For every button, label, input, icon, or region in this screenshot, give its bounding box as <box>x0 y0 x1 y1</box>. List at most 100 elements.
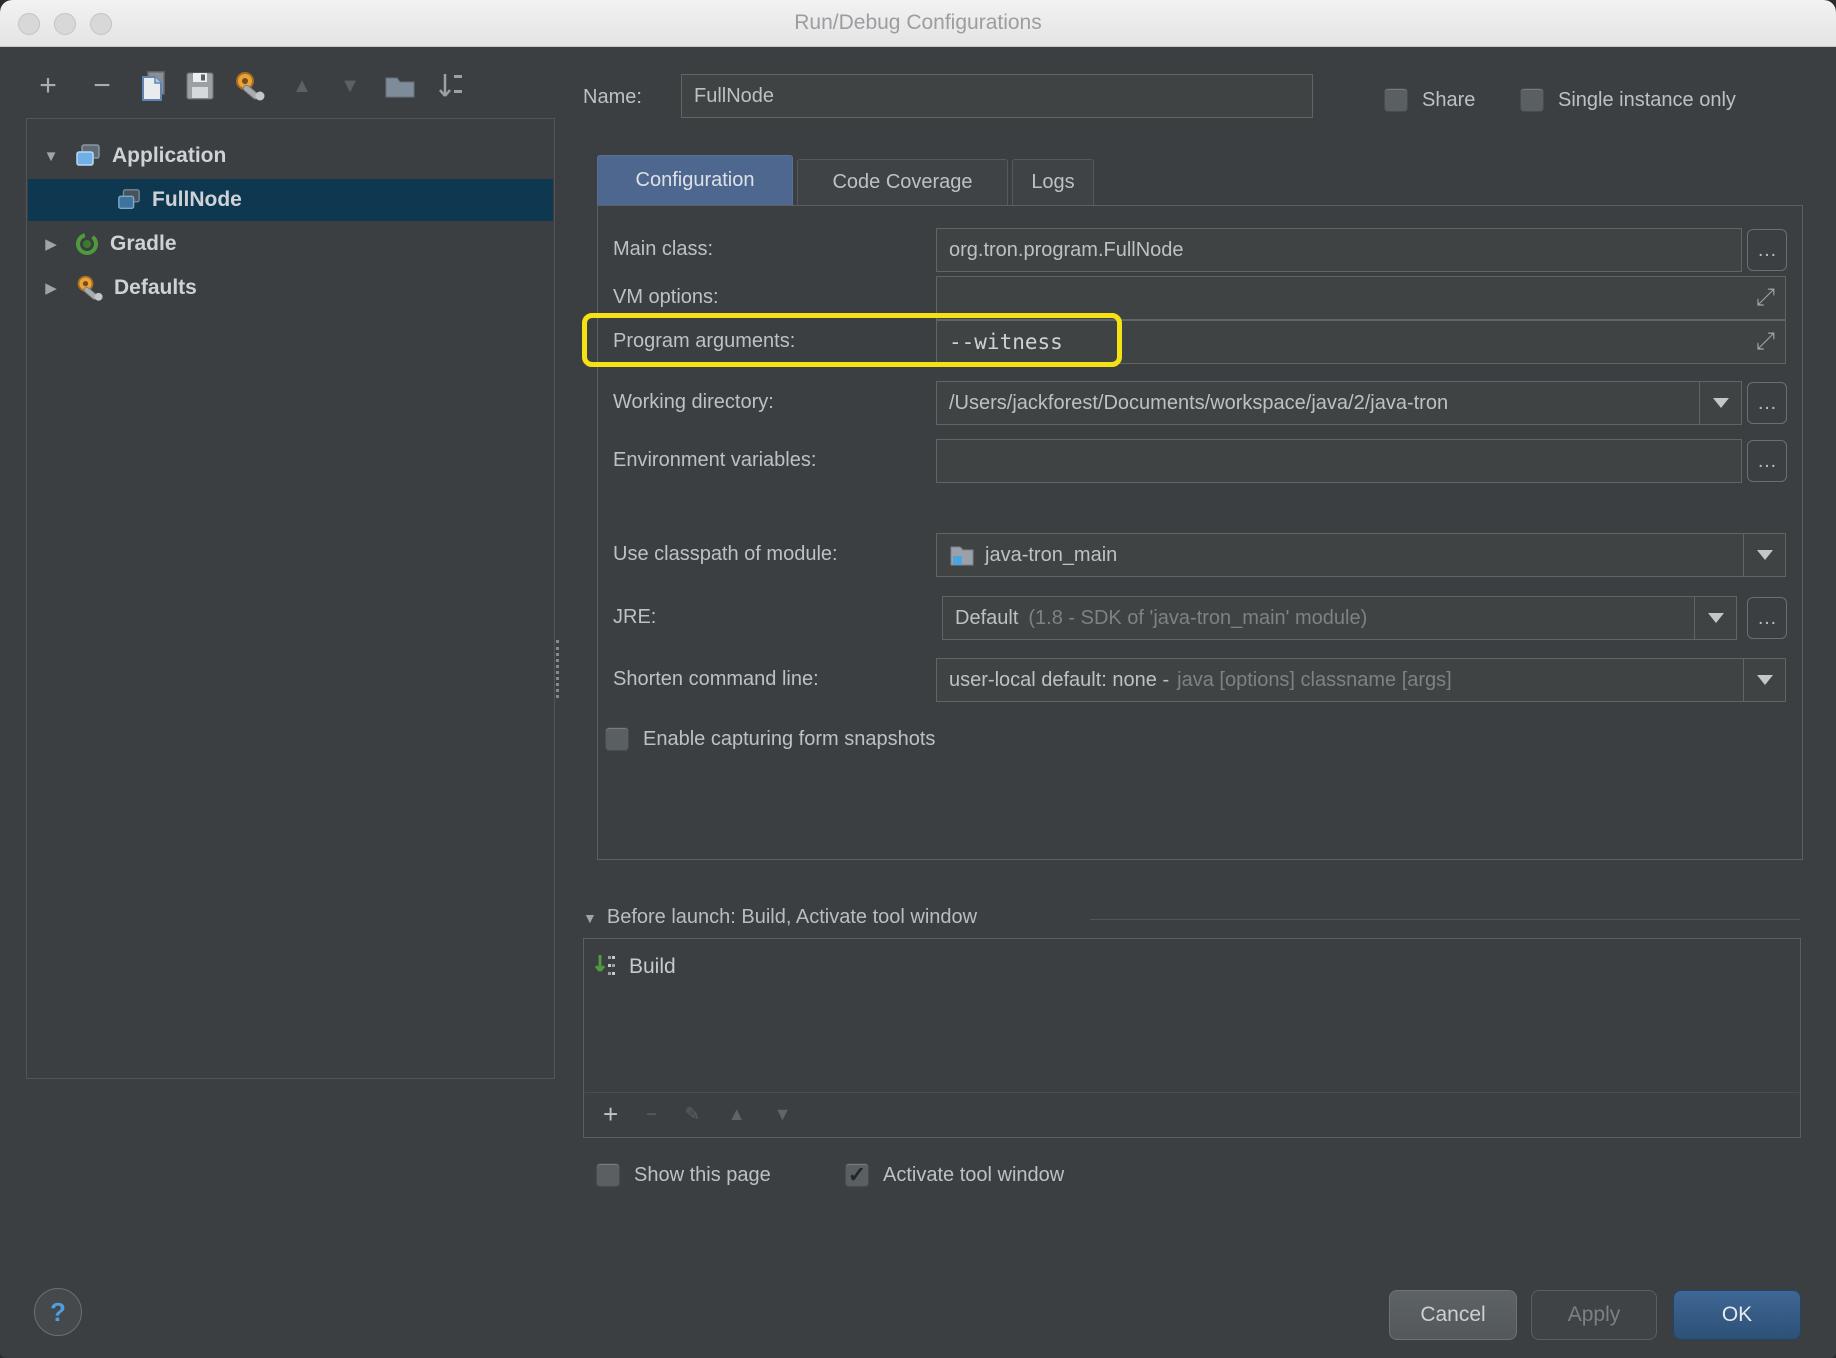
working-directory-label: Working directory: <box>613 391 774 414</box>
use-classpath-value: java-tron_main <box>985 544 1117 567</box>
move-down-button[interactable]: ▼ <box>332 66 368 106</box>
build-item-label: Build <box>629 955 676 979</box>
show-this-page-label: Show this page <box>634 1164 771 1187</box>
cancel-label: Cancel <box>1420 1303 1485 1327</box>
activate-tool-window-label: Activate tool window <box>883 1164 1064 1187</box>
use-classpath-label: Use classpath of module: <box>613 543 838 566</box>
before-launch-header[interactable]: ▼ Before launch: Build, Activate tool wi… <box>583 906 977 929</box>
expand-arrow-icon[interactable]: ▶ <box>42 279 60 297</box>
working-directory-input[interactable]: /Users/jackforest/Documents/workspace/ja… <box>936 381 1742 425</box>
tree-item-label: Application <box>112 144 226 168</box>
more-icon: … <box>1757 607 1777 630</box>
application-icon <box>116 188 142 212</box>
vm-options-label: VM options: <box>613 286 719 309</box>
panel-splitter-handle[interactable] <box>556 640 559 698</box>
jre-browse-button[interactable]: … <box>1747 597 1787 639</box>
copy-icon <box>139 70 169 102</box>
expand-field-icon[interactable]: ⤢ <box>1756 328 1775 356</box>
gradle-icon <box>74 231 100 257</box>
more-icon: … <box>1757 450 1777 473</box>
shorten-command-line-combobox[interactable]: user-local default: none - java [options… <box>936 658 1786 702</box>
build-icon <box>595 953 617 981</box>
apply-button[interactable]: Apply <box>1531 1290 1657 1340</box>
chevron-down-icon <box>1713 398 1729 408</box>
move-task-down-button[interactable]: ▼ <box>774 1104 792 1125</box>
main-class-input[interactable]: org.tron.program.FullNode <box>936 228 1742 272</box>
save-icon <box>185 71 215 101</box>
apply-label: Apply <box>1568 1303 1621 1327</box>
shorten-value: user-local default: none - <box>949 669 1169 692</box>
program-arguments-input[interactable]: --witness ⤢ <box>936 320 1786 364</box>
more-icon: … <box>1757 392 1777 415</box>
ok-button[interactable]: OK <box>1673 1290 1801 1340</box>
tree-item-gradle[interactable]: ▶ Gradle <box>28 223 553 265</box>
use-classpath-combobox[interactable]: java-tron_main <box>936 533 1786 577</box>
snapshots-checkbox[interactable] <box>605 727 629 751</box>
environment-variables-input[interactable] <box>936 439 1742 483</box>
name-value: FullNode <box>694 85 774 108</box>
help-button[interactable]: ? <box>34 1288 82 1336</box>
move-down-icon: ▼ <box>340 71 360 101</box>
program-arguments-value: --witness <box>949 330 1063 354</box>
defaults-gear-icon <box>74 274 104 302</box>
collapse-arrow-icon[interactable]: ▼ <box>42 148 60 165</box>
vm-options-input[interactable]: ⤢ <box>936 276 1786 320</box>
single-instance-option: Single instance only <box>1520 88 1736 112</box>
move-task-up-button[interactable]: ▲ <box>728 1104 746 1125</box>
activate-tool-window-option: ✓ Activate tool window <box>845 1163 1064 1187</box>
jre-combobox[interactable]: Default (1.8 - SDK of 'java-tron_main' m… <box>942 596 1737 640</box>
shorten-value-hint: java [options] classname [args] <box>1177 669 1452 692</box>
tab-logs[interactable]: Logs <box>1012 159 1094 205</box>
environment-variables-browse-button[interactable]: … <box>1747 440 1787 482</box>
snapshots-option: Enable capturing form snapshots <box>605 727 935 751</box>
cancel-button[interactable]: Cancel <box>1389 1290 1517 1340</box>
before-launch-toolbar: + − ✎ ▲ ▼ <box>585 1092 1799 1136</box>
before-launch-item-build[interactable]: Build <box>585 947 1799 987</box>
edit-task-button[interactable]: ✎ <box>685 1104 700 1125</box>
tab-code-coverage[interactable]: Code Coverage <box>797 159 1008 205</box>
name-input[interactable]: FullNode <box>681 74 1313 118</box>
sort-az-icon <box>435 70 465 102</box>
tree-item-label: FullNode <box>152 188 242 212</box>
main-class-label: Main class: <box>613 238 713 261</box>
expand-arrow-icon[interactable]: ▶ <box>42 235 60 253</box>
save-configuration-button[interactable] <box>182 66 218 106</box>
application-icon <box>74 143 102 169</box>
name-label: Name: <box>583 86 642 109</box>
share-option: Share <box>1384 88 1475 112</box>
expand-field-icon[interactable]: ⤢ <box>1756 284 1775 312</box>
move-up-button[interactable]: ▲ <box>284 66 320 106</box>
single-instance-label: Single instance only <box>1558 89 1736 112</box>
remove-configuration-button[interactable]: − <box>84 66 120 106</box>
edit-defaults-button[interactable] <box>229 66 269 106</box>
working-directory-dropdown-button[interactable] <box>1699 382 1741 424</box>
main-class-browse-button[interactable]: … <box>1747 229 1787 271</box>
activate-tool-window-checkbox[interactable]: ✓ <box>845 1163 869 1187</box>
add-configuration-button[interactable]: + <box>30 66 66 106</box>
tree-item-application[interactable]: ▼ Application <box>28 135 553 177</box>
copy-configuration-button[interactable] <box>136 66 172 106</box>
tab-label: Logs <box>1031 171 1074 194</box>
single-instance-checkbox[interactable] <box>1520 88 1544 112</box>
jre-dropdown-button[interactable] <box>1694 597 1736 639</box>
shorten-dropdown-button[interactable] <box>1743 659 1785 701</box>
add-task-button[interactable]: + <box>603 1099 618 1130</box>
remove-task-button[interactable]: − <box>646 1104 657 1125</box>
check-icon: ✓ <box>848 1162 866 1188</box>
move-up-icon: ▲ <box>292 71 312 101</box>
use-classpath-dropdown-button[interactable] <box>1743 534 1785 576</box>
tree-item-fullnode[interactable]: FullNode <box>28 179 553 221</box>
show-this-page-checkbox[interactable] <box>596 1163 620 1187</box>
chevron-down-icon <box>1757 550 1773 560</box>
share-checkbox[interactable] <box>1384 88 1408 112</box>
tab-configuration[interactable]: Configuration <box>597 155 793 205</box>
tab-label: Code Coverage <box>832 171 972 194</box>
working-directory-browse-button[interactable]: … <box>1747 382 1787 424</box>
create-folder-button[interactable] <box>380 66 420 106</box>
jre-value-hint: (1.8 - SDK of 'java-tron_main' module) <box>1028 607 1367 630</box>
program-arguments-label: Program arguments: <box>613 330 795 353</box>
tree-item-defaults[interactable]: ▶ Defaults <box>28 267 553 309</box>
working-directory-value: /Users/jackforest/Documents/workspace/ja… <box>949 392 1448 415</box>
chevron-down-icon <box>1757 675 1773 685</box>
sort-configurations-button[interactable] <box>430 66 470 106</box>
